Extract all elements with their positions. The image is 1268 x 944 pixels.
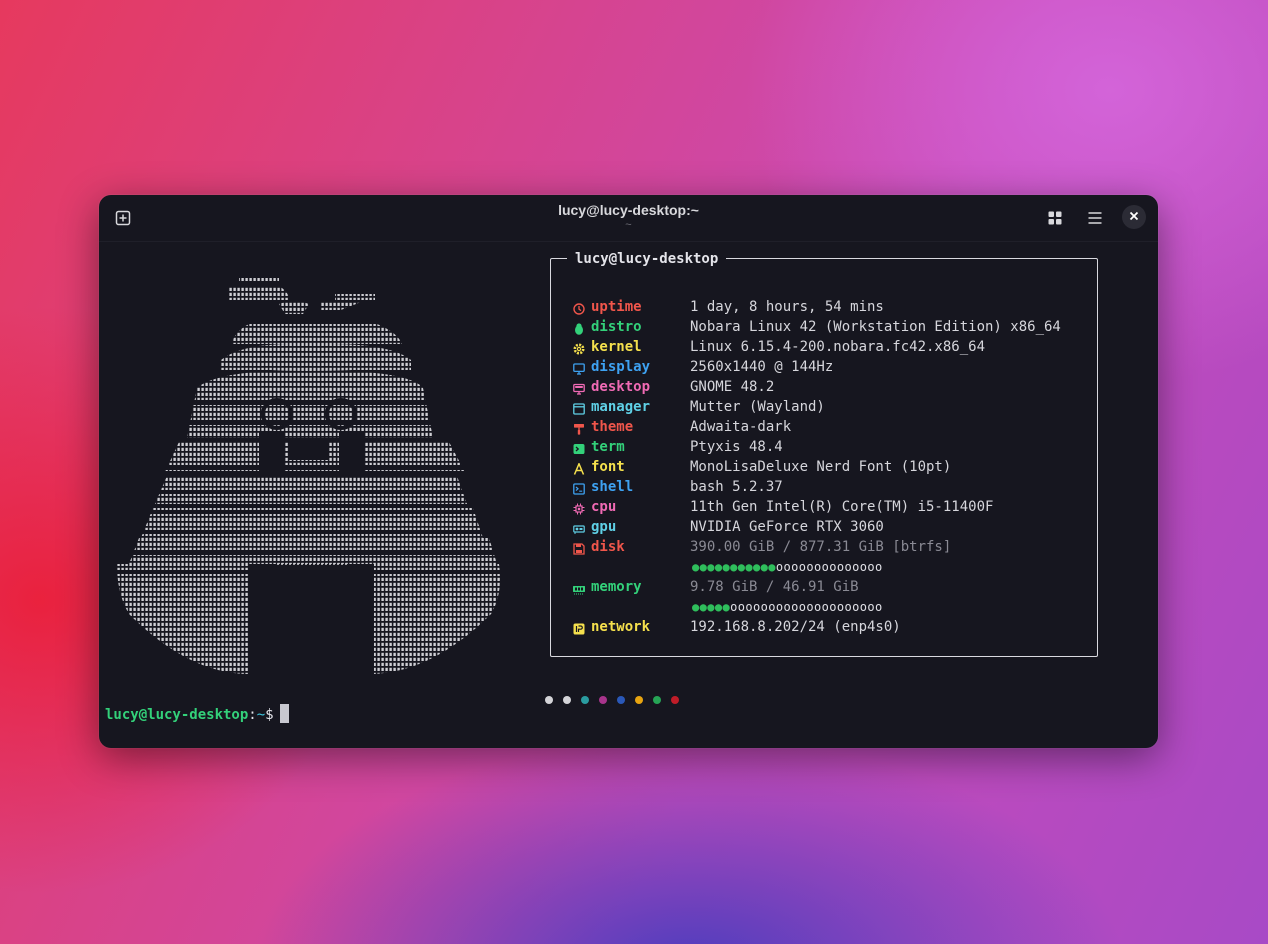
font-icon bbox=[573, 461, 585, 475]
info-key: cpu bbox=[591, 499, 617, 515]
info-key: kernel bbox=[591, 339, 642, 355]
disk-usage-bar: ●●●●●●●●●●●oooooooooooooo bbox=[692, 560, 883, 574]
memory-usage-bar: ●●●●●oooooooooooooooooooo bbox=[692, 600, 883, 614]
info-value: 1 day, 8 hours, 54 mins bbox=[690, 299, 884, 315]
prompt-directory: ~ bbox=[256, 707, 266, 723]
info-key: disk bbox=[591, 539, 625, 555]
gpu-icon bbox=[573, 521, 585, 534]
penguin-icon bbox=[573, 321, 585, 335]
window-icon bbox=[573, 401, 585, 415]
info-value: Linux 6.15.4-200.nobara.fc42.x86_64 bbox=[690, 339, 986, 355]
info-key: term bbox=[591, 439, 625, 455]
hamburger-menu-icon bbox=[1087, 210, 1103, 226]
title-bar: lucy@lucy-desktop:~ ~ bbox=[99, 195, 1158, 242]
info-key: distro bbox=[591, 319, 642, 335]
info-value: bash 5.2.37 bbox=[690, 479, 783, 495]
terminal-icon bbox=[573, 441, 585, 454]
palette-swatch bbox=[581, 696, 589, 704]
palette-swatch bbox=[671, 696, 679, 704]
tab-overview-button[interactable] bbox=[1042, 205, 1068, 231]
prompt-symbol: $ bbox=[265, 707, 274, 723]
info-value: 2560x1440 @ 144Hz bbox=[690, 359, 834, 375]
window-subtitle: ~ bbox=[625, 219, 632, 231]
info-value: Mutter (Wayland) bbox=[690, 399, 825, 415]
info-value: 9.78 GiB / 46.91 GiB bbox=[690, 579, 859, 595]
palette-swatch bbox=[563, 696, 571, 704]
ascii-logo bbox=[109, 272, 509, 682]
paint-roller-icon bbox=[573, 421, 585, 435]
shell-icon bbox=[573, 481, 585, 495]
palette-swatch bbox=[599, 696, 607, 704]
info-value: Adwaita-dark bbox=[690, 419, 792, 435]
text-cursor bbox=[279, 704, 289, 723]
disk-icon bbox=[573, 541, 585, 555]
close-icon bbox=[1129, 208, 1139, 226]
info-key: shell bbox=[591, 479, 634, 495]
info-key: network bbox=[591, 619, 651, 635]
info-value: Ptyxis 48.4 bbox=[690, 439, 783, 455]
terminal-content[interactable]: lucy@lucy-desktop uptime 1 day, 8 hours, … bbox=[99, 242, 1158, 748]
prompt-separator: : bbox=[248, 707, 257, 723]
prompt-user-host: lucy@lucy-desktop bbox=[105, 707, 249, 723]
window-title: lucy@lucy-desktop:~ bbox=[558, 202, 699, 218]
info-value: MonoLisaDeluxe Nerd Font (10pt) bbox=[690, 459, 952, 475]
info-key: desktop bbox=[591, 379, 651, 395]
info-key: font bbox=[591, 459, 625, 475]
info-key: manager bbox=[591, 399, 651, 415]
info-key: uptime bbox=[591, 299, 642, 315]
info-key: theme bbox=[591, 419, 634, 435]
close-button[interactable] bbox=[1122, 205, 1146, 229]
info-key: display bbox=[591, 359, 651, 375]
network-icon bbox=[573, 621, 585, 635]
info-key: memory bbox=[591, 579, 642, 595]
gear-icon bbox=[573, 341, 585, 355]
info-value: GNOME 48.2 bbox=[690, 379, 775, 395]
info-key: gpu bbox=[591, 519, 617, 535]
palette-swatch bbox=[635, 696, 643, 704]
info-value: Nobara Linux 42 (Workstation Edition) x8… bbox=[690, 319, 1061, 335]
clock-icon bbox=[573, 301, 585, 315]
main-menu-button[interactable] bbox=[1082, 205, 1108, 231]
palette-swatch bbox=[617, 696, 625, 704]
palette-swatch bbox=[653, 696, 661, 704]
info-value: 11th Gen Intel(R) Core(TM) i5-11400F bbox=[690, 499, 994, 515]
info-value: NVIDIA GeForce RTX 3060 bbox=[690, 519, 884, 535]
tab-overview-icon bbox=[1047, 210, 1063, 226]
shell-prompt[interactable]: lucy@lucy-desktop:~$ bbox=[105, 704, 289, 726]
info-value: 390.00 GiB / 877.31 GiB [btrfs] bbox=[690, 539, 952, 555]
monitor-icon bbox=[573, 361, 585, 375]
palette-swatch bbox=[545, 696, 553, 704]
info-header: lucy@lucy-desktop bbox=[567, 250, 727, 268]
desktop-icon bbox=[573, 381, 585, 395]
system-info-box: lucy@lucy-desktop uptime 1 day, 8 hours, … bbox=[550, 250, 1098, 657]
info-value: 192.168.8.202/24 (enp4s0) bbox=[690, 619, 901, 635]
memory-icon bbox=[573, 581, 585, 595]
cpu-icon bbox=[573, 501, 585, 515]
terminal-window: lucy@lucy-desktop:~ ~ lucy@lucy-desktop … bbox=[99, 195, 1158, 748]
